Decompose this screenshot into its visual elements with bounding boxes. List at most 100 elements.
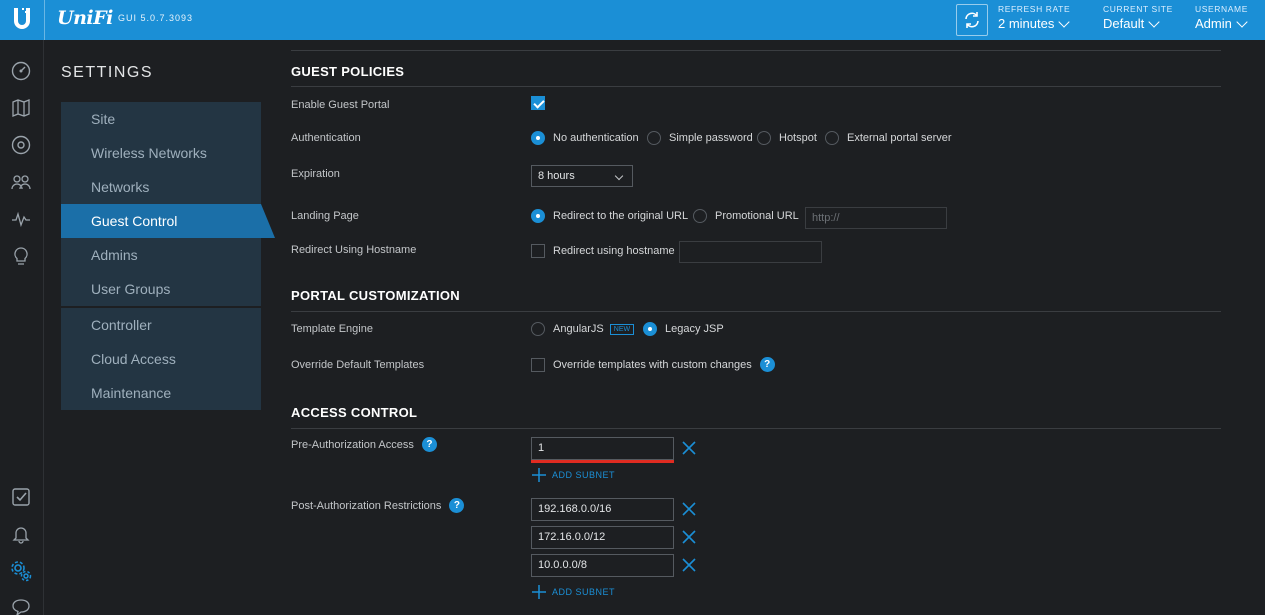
- engine-option-angularjs[interactable]: AngularJS NEW: [531, 322, 644, 336]
- pre-auth-subnet-input[interactable]: 1: [531, 437, 674, 460]
- settings-icon[interactable]: [10, 560, 32, 582]
- chevron-down-icon: [1236, 15, 1248, 28]
- icon-rail: [0, 40, 44, 615]
- nav-item-cloud-access[interactable]: Cloud Access: [61, 342, 261, 376]
- map-icon[interactable]: [10, 97, 32, 119]
- radio-icon: [531, 131, 545, 145]
- help-icon[interactable]: ?: [759, 357, 775, 372]
- refresh-button[interactable]: [956, 4, 988, 36]
- add-subnet-label: ADD SUBNET: [552, 470, 616, 480]
- add-post-auth-subnet-button[interactable]: ADD SUBNET: [532, 585, 615, 599]
- help-icon[interactable]: ?: [449, 498, 465, 513]
- post-auth-subnet-input[interactable]: 10.0.0.0/8: [531, 554, 674, 577]
- events-icon[interactable]: [10, 486, 32, 508]
- plus-icon: [532, 468, 546, 482]
- post-auth-subnet-input[interactable]: 192.168.0.0/16: [531, 498, 674, 521]
- devices-icon[interactable]: [10, 134, 32, 156]
- auth-option-external-portal[interactable]: External portal server: [825, 131, 952, 145]
- refresh-rate-value: 2 minutes: [998, 16, 1055, 31]
- post-auth-restrictions-label: Post-Authorization Restrictions: [291, 499, 442, 512]
- divider: [291, 311, 1221, 312]
- clients-icon[interactable]: [10, 171, 32, 193]
- auth-option-label: Hotspot: [779, 132, 817, 144]
- promotional-url-input[interactable]: http://: [805, 207, 947, 229]
- template-engine-label: Template Engine: [291, 323, 373, 335]
- username-value: Admin: [1195, 16, 1232, 31]
- refresh-icon: [965, 12, 979, 28]
- auth-option-no-authentication[interactable]: No authentication: [531, 131, 639, 145]
- enable-guest-portal-checkbox[interactable]: [531, 96, 545, 110]
- post-auth-restrictions-row-label: Post-Authorization Restrictions ?: [291, 498, 465, 513]
- landing-option-redirect-original[interactable]: Redirect to the original URL: [531, 209, 688, 223]
- divider: [291, 86, 1221, 87]
- radio-icon: [531, 322, 545, 336]
- chevron-down-icon: [1148, 15, 1160, 28]
- engine-option-legacy-jsp[interactable]: Legacy JSP: [643, 322, 724, 336]
- username-selector[interactable]: USERNAME Admin: [1195, 4, 1248, 31]
- override-templates-checkbox[interactable]: [531, 357, 545, 372]
- radio-icon: [647, 131, 661, 145]
- refresh-rate-selector[interactable]: REFRESH RATE 2 minutes: [998, 4, 1071, 31]
- plus-icon: [532, 585, 546, 599]
- nav-item-networks[interactable]: Networks: [61, 170, 261, 204]
- expiration-select[interactable]: 8 hours: [531, 165, 633, 187]
- help-icon[interactable]: ?: [421, 437, 437, 452]
- landing-page-label: Landing Page: [291, 210, 359, 222]
- brand-name: UniFi: [57, 7, 113, 29]
- auth-option-label: External portal server: [847, 132, 952, 144]
- auth-option-label: Simple password: [669, 132, 753, 144]
- landing-option-promotional-url[interactable]: Promotional URL: [693, 209, 799, 223]
- override-templates-option[interactable]: Override templates with custom changes ?: [531, 357, 775, 372]
- remove-subnet-icon[interactable]: [681, 529, 697, 545]
- auth-option-hotspot[interactable]: Hotspot: [757, 131, 817, 145]
- statistics-icon[interactable]: [10, 208, 32, 230]
- settings-nav-secondary: Controller Cloud Access Maintenance: [61, 308, 261, 410]
- remove-subnet-icon[interactable]: [681, 557, 697, 573]
- section-title-access-control: ACCESS CONTROL: [291, 405, 418, 420]
- nav-item-site[interactable]: Site: [61, 102, 261, 136]
- chevron-down-icon: [1058, 15, 1071, 28]
- remove-subnet-icon[interactable]: [681, 440, 697, 456]
- nav-item-controller[interactable]: Controller: [61, 308, 261, 342]
- nav-item-guest-control[interactable]: Guest Control: [61, 204, 275, 238]
- redirect-hostname-label: Redirect Using Hostname: [291, 244, 417, 256]
- insights-icon[interactable]: [10, 245, 32, 267]
- chat-icon[interactable]: [10, 596, 32, 615]
- nav-item-maintenance[interactable]: Maintenance: [61, 376, 261, 410]
- redirect-hostname-input[interactable]: [679, 241, 822, 263]
- landing-option-label: Redirect to the original URL: [553, 210, 689, 222]
- nav-item-admins[interactable]: Admins: [61, 238, 261, 272]
- redirect-hostname-option[interactable]: Redirect using hostname: [531, 244, 675, 258]
- section-title-portal-customization: PORTAL CUSTOMIZATION: [291, 288, 460, 303]
- pre-auth-access-row-label: Pre-Authorization Access ?: [291, 437, 437, 452]
- radio-icon: [693, 209, 707, 223]
- nav-item-wireless-networks[interactable]: Wireless Networks: [61, 136, 261, 170]
- redirect-hostname-checkbox[interactable]: [531, 244, 545, 258]
- remove-subnet-icon[interactable]: [681, 501, 697, 517]
- add-subnet-label: ADD SUBNET: [552, 587, 616, 597]
- engine-option-label: Legacy JSP: [665, 323, 724, 335]
- username-label: USERNAME: [1195, 4, 1248, 14]
- refresh-rate-label: REFRESH RATE: [998, 4, 1071, 14]
- gui-version: GUI 5.0.7.3093: [118, 13, 194, 23]
- landing-option-label: Promotional URL: [715, 210, 799, 222]
- pre-auth-access-label: Pre-Authorization Access: [291, 438, 414, 451]
- ubiquiti-logo-icon[interactable]: [10, 6, 34, 32]
- radio-icon: [643, 322, 657, 336]
- authentication-label: Authentication: [291, 132, 361, 144]
- override-templates-label: Override Default Templates: [291, 359, 425, 371]
- auth-option-simple-password[interactable]: Simple password: [647, 131, 753, 145]
- dashboard-icon[interactable]: [10, 60, 32, 82]
- current-site-value: Default: [1103, 16, 1145, 31]
- topbar-divider: [44, 0, 45, 40]
- current-site-label: CURRENT SITE: [1103, 4, 1173, 14]
- chevron-down-icon: [614, 171, 624, 181]
- current-site-selector[interactable]: CURRENT SITE Default: [1103, 4, 1173, 31]
- nav-item-user-groups[interactable]: User Groups: [61, 272, 261, 306]
- add-pre-auth-subnet-button[interactable]: ADD SUBNET: [532, 468, 615, 482]
- radio-icon: [825, 131, 839, 145]
- alerts-icon[interactable]: [10, 523, 32, 545]
- divider: [291, 50, 1221, 51]
- engine-option-label: AngularJS: [553, 323, 604, 335]
- post-auth-subnet-input[interactable]: 172.16.0.0/12: [531, 526, 674, 549]
